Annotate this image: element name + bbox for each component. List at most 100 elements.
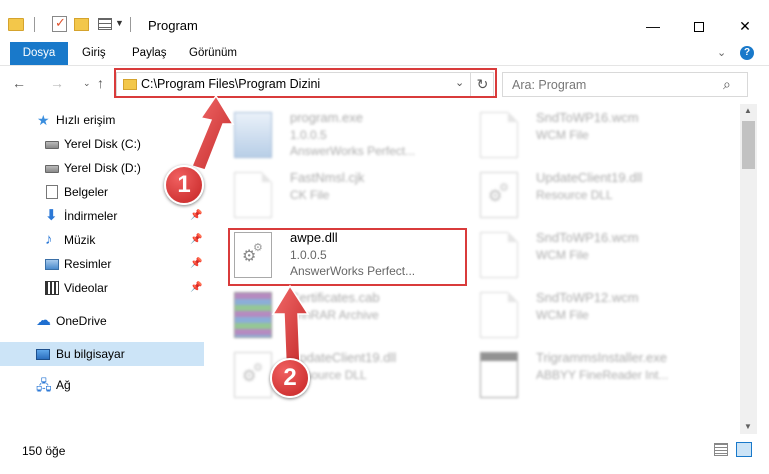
dll-gear-icon: ⚙ ⚙ — [480, 172, 518, 218]
file-type: WCM File — [536, 248, 589, 262]
forward-arrow-icon[interactable]: → — [50, 75, 64, 91]
cloud-icon: ☁ — [36, 312, 51, 329]
scroll-down-arrow-icon[interactable]: ▼ — [744, 422, 752, 431]
folder-icon — [8, 18, 24, 31]
sidebar-item-local-disk-c[interactable]: Yerel Disk (C:) — [0, 132, 204, 156]
file-item-trigrammsinstaller-exe[interactable]: TrigrammsInstaller.exe ABBYY FineReader … — [470, 348, 710, 404]
new-folder-icon[interactable] — [74, 18, 89, 31]
file-name: TrigrammsInstaller.exe — [536, 350, 667, 365]
item-count: 150 öğe — [22, 444, 66, 458]
file-description: ABBYY FineReader Int... — [536, 368, 669, 382]
file-item-updateclient19-dll[interactable]: ⚙ ⚙ UpdateClient19.dll Resource DLL — [470, 168, 710, 224]
file-name: UpdateClient19.dll — [536, 170, 643, 185]
file-name: FastNmsl.cjk — [290, 170, 365, 185]
sidebar-item-music[interactable]: ♪ Müzik 📌 — [0, 228, 204, 252]
scroll-up-arrow-icon[interactable]: ▲ — [744, 106, 752, 115]
sidebar-item-videos[interactable]: Videolar 📌 — [0, 276, 204, 300]
computer-icon — [36, 349, 50, 360]
pin-icon[interactable]: 📌 — [190, 282, 202, 293]
file-item-updateclient19-dll[interactable]: ⚙ ⚙ UpdateClient19.dll Resource DLL — [224, 348, 464, 404]
file-item-sndtowp12-wcm[interactable]: SndToWP12.wcm WCM File — [470, 288, 710, 344]
file-item-sndtowp16-wcm[interactable]: SndToWP16.wcm WCM File — [470, 108, 710, 164]
sidebar-item-quick-access[interactable]: ★ Hızlı erişim — [0, 108, 204, 132]
sidebar-item-label: Belgeler — [64, 185, 109, 199]
file-item-fastnmsl-cjk[interactable]: FastNmsl.cjk CK File — [224, 168, 464, 224]
file-type: WCM File — [536, 128, 589, 142]
disk-icon — [45, 141, 59, 149]
window-title: Program — [148, 18, 198, 33]
sidebar-item-network[interactable]: 🖧 Ağ — [0, 373, 204, 397]
pin-icon[interactable]: 📌 — [190, 258, 202, 269]
file-name: SndToWP16.wcm — [536, 230, 639, 245]
file-name: SndToWP12.wcm — [536, 290, 639, 305]
callout-step-2: 2 — [270, 358, 310, 398]
sidebar-item-label: Resimler — [64, 257, 112, 271]
dll-gear-icon: ⚙ ⚙ — [234, 352, 272, 398]
tab-file[interactable]: Dosya — [10, 42, 68, 65]
tab-share[interactable]: Paylaş — [132, 42, 167, 65]
sidebar-item-label: Bu bilgisayar — [56, 347, 125, 361]
scrollbar-thumb[interactable] — [742, 121, 755, 169]
properties-icon[interactable] — [98, 18, 112, 30]
help-icon[interactable]: ? — [740, 46, 754, 60]
installer-window-icon — [480, 352, 518, 398]
file-description: AnswerWorks Perfect... — [290, 144, 416, 158]
customize-toolbar-chevron-icon[interactable]: ▼ — [115, 18, 124, 28]
file-name: program.exe — [290, 110, 363, 125]
minimize-button[interactable]: — — [630, 12, 676, 40]
file-highlight-box — [228, 228, 467, 286]
large-icons-view-icon[interactable] — [736, 442, 752, 457]
maximize-button[interactable] — [676, 12, 722, 40]
sidebar-item-label: Videolar — [64, 281, 108, 295]
sidebar-item-label: Ağ — [56, 378, 71, 392]
pictures-icon — [45, 259, 59, 270]
vertical-scrollbar[interactable]: ▲ ▼ — [740, 104, 757, 434]
sidebar-item-label: İndirmeler — [64, 209, 118, 223]
video-icon — [45, 281, 59, 295]
file-version: 1.0.0.5 — [290, 128, 327, 142]
file-name: Certificates.cab — [290, 290, 380, 305]
pin-icon[interactable]: 📌 — [190, 234, 202, 245]
up-arrow-icon[interactable]: ↑ — [97, 75, 104, 91]
search-input[interactable]: Ara: Program ⌕ — [502, 72, 748, 97]
sidebar-item-label: OneDrive — [56, 314, 107, 328]
search-placeholder: Ara: Program — [512, 78, 587, 92]
sidebar-item-label: Müzik — [64, 233, 96, 247]
back-arrow-icon[interactable]: ← — [12, 75, 26, 91]
ribbon: Dosya Giriş Paylaş Görünüm ⌄ ? — [0, 42, 769, 66]
search-icon[interactable]: ⌕ — [723, 76, 731, 93]
document-icon — [234, 172, 272, 218]
address-highlight-box — [114, 68, 497, 98]
file-item-program-exe[interactable]: program.exe 1.0.0.5 AnswerWorks Perfect.… — [224, 108, 464, 164]
sidebar-item-pictures[interactable]: Resimler 📌 — [0, 252, 204, 276]
details-view-icon[interactable] — [714, 443, 728, 456]
document-icon — [480, 292, 518, 338]
star-icon: ★ — [37, 112, 50, 128]
tab-view[interactable]: Görünüm — [189, 42, 237, 65]
document-icon — [480, 112, 518, 158]
executable-icon — [234, 112, 272, 158]
sidebar-item-label: Hızlı erişim — [56, 113, 116, 127]
file-type: WCM File — [536, 308, 589, 322]
file-item-sndtowp16-wcm[interactable]: SndToWP16.wcm WCM File — [470, 228, 710, 284]
toolbar-separator — [34, 17, 35, 32]
file-type: Resource DLL — [536, 188, 613, 202]
download-icon: ⬇ — [45, 207, 58, 224]
pin-icon[interactable]: 📌 — [190, 210, 202, 221]
sidebar-item-onedrive[interactable]: ☁ OneDrive — [0, 309, 204, 333]
network-icon: 🖧 — [36, 377, 52, 393]
sidebar-item-downloads[interactable]: ⬇ İndirmeler 📌 — [0, 204, 204, 228]
expand-ribbon-chevron-icon[interactable]: ⌄ — [717, 46, 726, 59]
maximize-icon — [694, 22, 704, 33]
status-bar: 150 öğe — [0, 438, 769, 462]
sidebar-item-this-pc[interactable]: Bu bilgisayar — [0, 342, 204, 366]
navigation-pane: ★ Hızlı erişim Yerel Disk (C:) Yerel Dis… — [0, 104, 212, 434]
tab-home[interactable]: Giriş — [82, 42, 106, 65]
file-item-certificates-cab[interactable]: Certificates.cab WinRAR Archive — [224, 288, 464, 344]
sidebar-item-label: Yerel Disk (C:) — [64, 137, 141, 151]
toolbar-separator — [130, 17, 131, 32]
close-button[interactable]: ✕ — [722, 12, 768, 40]
properties-check-icon[interactable] — [52, 15, 67, 32]
recent-locations-chevron-icon[interactable]: ⌄ — [83, 78, 91, 89]
archive-icon — [234, 292, 272, 338]
